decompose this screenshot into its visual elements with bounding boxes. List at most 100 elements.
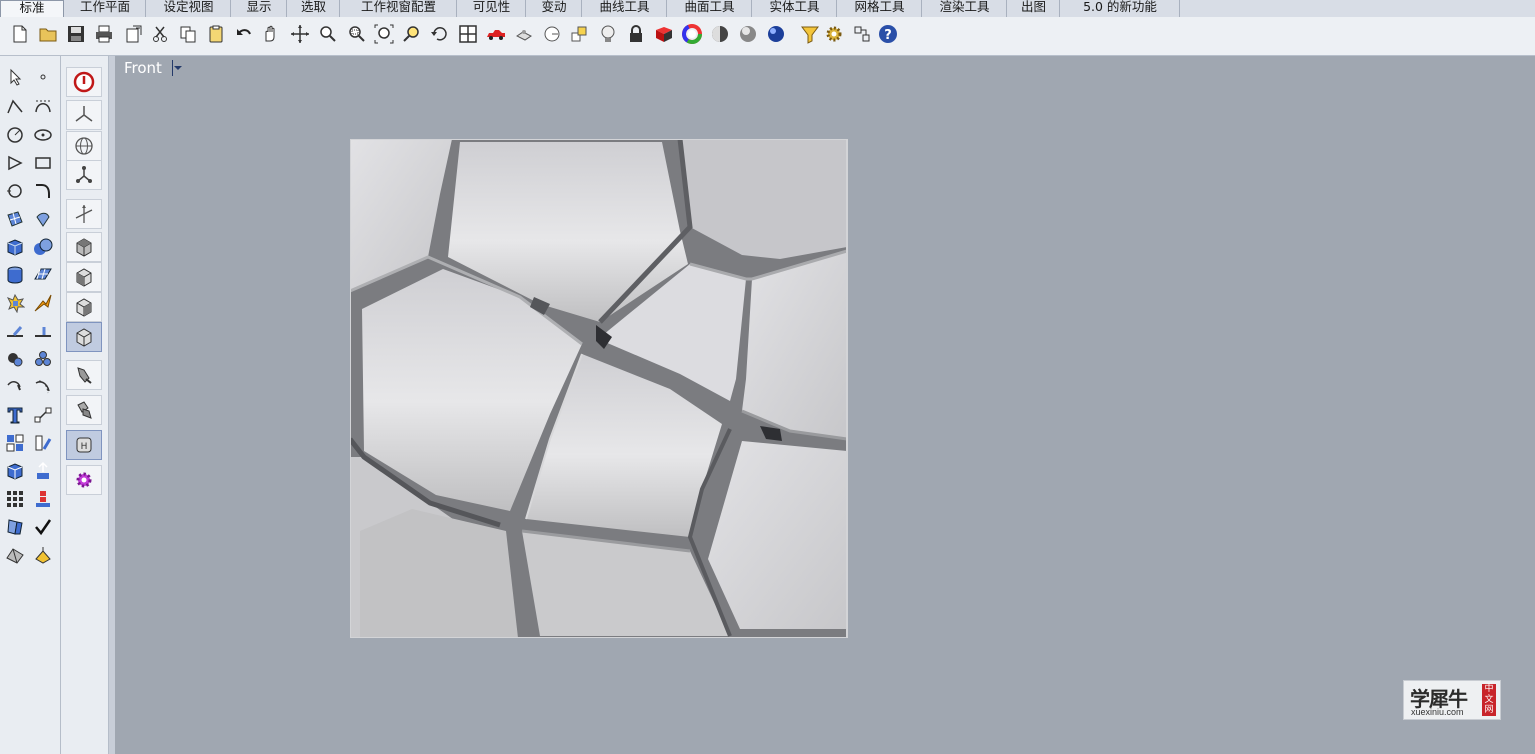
- ellipse-icon[interactable]: [31, 123, 55, 147]
- perspective-view-icon[interactable]: [66, 100, 102, 130]
- tab-visibility[interactable]: 可见性: [458, 0, 526, 17]
- polyline-icon[interactable]: [3, 95, 27, 119]
- right-view-icon[interactable]: [66, 292, 102, 322]
- light-brush-icon[interactable]: [66, 360, 102, 390]
- print-icon[interactable]: [92, 22, 116, 46]
- watermark-logo: 学犀牛 xuexiniu.com 中文网: [1403, 680, 1501, 720]
- arc-icon[interactable]: [3, 151, 27, 175]
- tab-display[interactable]: 显示: [232, 0, 287, 17]
- shaded-sphere-icon[interactable]: [708, 22, 732, 46]
- cplane-axes-icon[interactable]: [66, 199, 102, 229]
- box-solid-icon[interactable]: [3, 235, 27, 259]
- boolean-solid-icon[interactable]: [31, 235, 55, 259]
- circle-icon[interactable]: [3, 123, 27, 147]
- properties-icon[interactable]: [31, 431, 55, 455]
- render-tools-icon[interactable]: [31, 543, 55, 567]
- lightbulb-icon[interactable]: [596, 22, 620, 46]
- cut-icon[interactable]: [148, 22, 172, 46]
- paste-icon[interactable]: [204, 22, 228, 46]
- save-icon[interactable]: [64, 22, 88, 46]
- analyze-icon[interactable]: [3, 515, 27, 539]
- dimension-icon[interactable]: [31, 403, 55, 427]
- undo-icon[interactable]: [232, 22, 256, 46]
- help-icon[interactable]: ?: [876, 22, 900, 46]
- new-file-icon[interactable]: [8, 22, 32, 46]
- copy-icon[interactable]: [176, 22, 200, 46]
- split-icon[interactable]: [31, 291, 55, 315]
- tab-set-view[interactable]: 设定视图: [147, 0, 231, 17]
- node-view-icon[interactable]: [66, 160, 102, 190]
- lock-icon[interactable]: [624, 22, 648, 46]
- globe-view-icon[interactable]: [66, 131, 102, 161]
- solid-tools-icon[interactable]: [3, 543, 27, 567]
- front-view-icon[interactable]: [66, 262, 102, 292]
- history-icon[interactable]: [31, 459, 55, 483]
- tile: [742, 251, 847, 439]
- zoom-selected-icon[interactable]: [400, 22, 424, 46]
- options-gear-icon[interactable]: [66, 465, 102, 495]
- tab-standard[interactable]: 标准: [0, 0, 64, 18]
- viewport-menu-dropdown[interactable]: [172, 60, 182, 76]
- array-icon[interactable]: [3, 431, 27, 455]
- grid-array-icon[interactable]: [3, 487, 27, 511]
- color-wheel-icon[interactable]: [680, 22, 704, 46]
- filter-icon[interactable]: [798, 22, 822, 46]
- curve-cv-icon[interactable]: [31, 95, 55, 119]
- hide-objects-icon[interactable]: H: [66, 430, 102, 460]
- snap-icon[interactable]: [850, 22, 874, 46]
- layer-icon[interactable]: [568, 22, 592, 46]
- light-settings-icon[interactable]: [66, 395, 102, 425]
- tab-solid-tools[interactable]: 实体工具: [753, 0, 837, 17]
- tab-curve-tools[interactable]: 曲线工具: [583, 0, 667, 17]
- group-icon[interactable]: [3, 347, 27, 371]
- zoom-icon[interactable]: [316, 22, 340, 46]
- pan-hand-icon[interactable]: [258, 22, 282, 46]
- polygon-icon[interactable]: [3, 179, 27, 203]
- rotate-view-icon[interactable]: [288, 22, 312, 46]
- rotate-camera-icon[interactable]: [428, 22, 452, 46]
- watermark-badge: 中文网: [1482, 684, 1496, 716]
- circle-view-icon[interactable]: [540, 22, 564, 46]
- ungroup-icon[interactable]: [31, 347, 55, 371]
- car-icon[interactable]: [484, 22, 508, 46]
- offset-curve-icon[interactable]: [3, 375, 27, 399]
- zoom-extents-icon[interactable]: [372, 22, 396, 46]
- fillet-curve-icon[interactable]: [31, 179, 55, 203]
- perspective-box-view-icon[interactable]: [66, 322, 102, 352]
- four-viewports-icon[interactable]: [456, 22, 480, 46]
- tab-surface-tools[interactable]: 曲面工具: [668, 0, 752, 17]
- rectangle-icon[interactable]: [31, 151, 55, 175]
- tab-mesh-tools[interactable]: 网格工具: [838, 0, 922, 17]
- tab-transform[interactable]: 变动: [527, 0, 582, 17]
- material-icon[interactable]: [652, 22, 676, 46]
- zoom-window-icon[interactable]: [344, 22, 368, 46]
- tab-whats-new[interactable]: 5.0 的新功能: [1061, 0, 1180, 17]
- blend-curve-icon[interactable]: [31, 375, 55, 399]
- tab-render-tools[interactable]: 渲染工具: [923, 0, 1007, 17]
- rendered-sphere-icon[interactable]: [736, 22, 760, 46]
- join-icon[interactable]: [31, 319, 55, 343]
- tab-cplanes[interactable]: 工作平面: [65, 0, 146, 17]
- tab-drafting[interactable]: 出图: [1008, 0, 1060, 17]
- block-icon[interactable]: [3, 459, 27, 483]
- settings-gear-icon[interactable]: [822, 22, 846, 46]
- blue-sphere-icon[interactable]: [764, 22, 788, 46]
- top-view-icon[interactable]: [66, 232, 102, 262]
- select-arrow-icon[interactable]: [3, 65, 27, 89]
- capture-icon[interactable]: [512, 22, 536, 46]
- import-icon[interactable]: [122, 22, 146, 46]
- check-icon[interactable]: [31, 515, 55, 539]
- stop-power-icon[interactable]: [66, 67, 102, 97]
- extrude-surface-icon[interactable]: [31, 207, 55, 231]
- tab-select[interactable]: 选取: [288, 0, 340, 17]
- cylinder-icon[interactable]: [3, 263, 27, 287]
- tab-viewport-layout[interactable]: 工作视窗配置: [341, 0, 457, 17]
- point-icon[interactable]: [31, 65, 55, 89]
- align-icon[interactable]: [31, 487, 55, 511]
- text-icon[interactable]: [3, 403, 27, 427]
- surface-from-points-icon[interactable]: [3, 207, 27, 231]
- trim-icon[interactable]: [3, 319, 27, 343]
- open-folder-icon[interactable]: [36, 22, 60, 46]
- mesh-plane-icon[interactable]: [31, 263, 55, 287]
- explode-icon[interactable]: [3, 291, 27, 315]
